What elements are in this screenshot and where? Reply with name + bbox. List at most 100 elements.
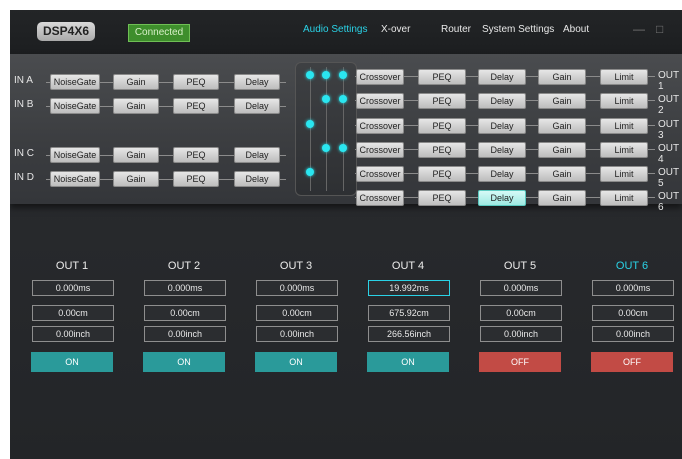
delay-cm-field[interactable]: 0.00cm	[592, 305, 674, 321]
input-label: IN D	[14, 172, 34, 183]
peq-button[interactable]: PEQ	[173, 98, 219, 114]
noisegate-button[interactable]: NoiseGate	[50, 147, 100, 163]
delay-inch-field[interactable]: 0.00inch	[592, 326, 674, 342]
output-toggle-button[interactable]: ON	[367, 352, 449, 372]
output-label: OUT 2	[658, 94, 679, 116]
route-node-icon[interactable]	[339, 144, 347, 152]
output-toggle-button[interactable]: ON	[255, 352, 337, 372]
limit-button[interactable]: Limit	[600, 166, 648, 182]
peq-button[interactable]: PEQ	[173, 171, 219, 187]
limit-button[interactable]: Limit	[600, 190, 648, 206]
gain-button[interactable]: Gain	[538, 190, 586, 206]
gain-button[interactable]: Gain	[113, 171, 159, 187]
crossover-button[interactable]: Crossover	[356, 118, 404, 134]
input-label: IN B	[14, 99, 34, 110]
output-toggle-button[interactable]: OFF	[591, 352, 673, 372]
gain-button[interactable]: Gain	[538, 118, 586, 134]
output-toggle-button[interactable]: ON	[31, 352, 113, 372]
delay-cm-field[interactable]: 675.92cm	[368, 305, 450, 321]
peq-button[interactable]: PEQ	[418, 118, 466, 134]
tab-about[interactable]: About	[563, 24, 589, 35]
gain-button[interactable]: Gain	[113, 74, 159, 90]
crossover-button[interactable]: Crossover	[356, 69, 404, 85]
limit-button[interactable]: Limit	[600, 118, 648, 134]
gain-button[interactable]: Gain	[538, 166, 586, 182]
delay-button[interactable]: Delay	[478, 142, 526, 158]
route-node-icon[interactable]	[322, 144, 330, 152]
output-label: OUT 4	[658, 143, 679, 165]
delay-button[interactable]: Delay	[478, 166, 526, 182]
grid-line	[326, 67, 327, 191]
delay-button[interactable]: Delay	[234, 74, 280, 90]
tab-router[interactable]: Router	[441, 24, 471, 35]
delay-button[interactable]: Delay	[478, 93, 526, 109]
limit-button[interactable]: Limit	[600, 69, 648, 85]
route-node-icon[interactable]	[306, 71, 314, 79]
noisegate-button[interactable]: NoiseGate	[50, 98, 100, 114]
delay-ms-field[interactable]: 0.000ms	[144, 280, 226, 296]
gain-button[interactable]: Gain	[113, 98, 159, 114]
gain-button[interactable]: Gain	[538, 69, 586, 85]
delay-button-selected[interactable]: Delay	[478, 190, 526, 206]
crossover-button[interactable]: Crossover	[356, 93, 404, 109]
noisegate-button[interactable]: NoiseGate	[50, 74, 100, 90]
crossover-button[interactable]: Crossover	[356, 190, 404, 206]
delay-ms-field[interactable]: 0.000ms	[592, 280, 674, 296]
output-toggle-button[interactable]: OFF	[479, 352, 561, 372]
delay-ms-field[interactable]: 0.000ms	[256, 280, 338, 296]
router-matrix[interactable]	[295, 62, 357, 196]
tab-x-over[interactable]: X-over	[381, 24, 410, 35]
delay-cm-field[interactable]: 0.00cm	[256, 305, 338, 321]
crossover-button[interactable]: Crossover	[356, 142, 404, 158]
delay-button[interactable]: Delay	[234, 98, 280, 114]
route-node-icon[interactable]	[322, 95, 330, 103]
limit-button[interactable]: Limit	[600, 142, 648, 158]
delay-button[interactable]: Delay	[234, 147, 280, 163]
delay-cm-field[interactable]: 0.00cm	[32, 305, 114, 321]
delay-button[interactable]: Delay	[478, 69, 526, 85]
app-logo: DSP4X6	[37, 22, 95, 41]
delay-button[interactable]: Delay	[478, 118, 526, 134]
route-node-icon[interactable]	[339, 95, 347, 103]
delay-inch-field[interactable]: 0.00inch	[480, 326, 562, 342]
peq-button[interactable]: PEQ	[173, 74, 219, 90]
app-window: DSP4X6 Connected Audio Settings X-over R…	[10, 10, 682, 459]
route-node-icon[interactable]	[306, 120, 314, 128]
delay-button[interactable]: Delay	[234, 171, 280, 187]
output-title: OUT 1	[55, 260, 89, 272]
tab-audio-settings[interactable]: Audio Settings	[303, 24, 368, 35]
delay-inch-field[interactable]: 0.00inch	[256, 326, 338, 342]
peq-button[interactable]: PEQ	[418, 142, 466, 158]
route-node-icon[interactable]	[322, 71, 330, 79]
input-label: IN C	[14, 148, 34, 159]
peq-button[interactable]: PEQ	[173, 147, 219, 163]
maximize-icon[interactable]: □	[656, 22, 663, 36]
tab-system-settings[interactable]: System Settings	[482, 24, 554, 35]
peq-button[interactable]: PEQ	[418, 190, 466, 206]
peq-button[interactable]: PEQ	[418, 93, 466, 109]
crossover-button[interactable]: Crossover	[356, 166, 404, 182]
peq-button[interactable]: PEQ	[418, 166, 466, 182]
limit-button[interactable]: Limit	[600, 93, 648, 109]
delay-ms-field[interactable]: 0.000ms	[32, 280, 114, 296]
delay-inch-field[interactable]: 0.00inch	[32, 326, 114, 342]
peq-button[interactable]: PEQ	[418, 69, 466, 85]
output-toggle-button[interactable]: ON	[143, 352, 225, 372]
delay-ms-field[interactable]: 0.000ms	[480, 280, 562, 296]
route-node-icon[interactable]	[306, 168, 314, 176]
minimize-icon[interactable]: —	[633, 22, 645, 36]
delay-cm-field[interactable]: 0.00cm	[144, 305, 226, 321]
route-node-icon[interactable]	[339, 71, 347, 79]
delay-cm-field[interactable]: 0.00cm	[480, 305, 562, 321]
gain-button[interactable]: Gain	[538, 142, 586, 158]
grid-line	[343, 67, 344, 191]
delay-inch-field[interactable]: 266.56inch	[368, 326, 450, 342]
gain-button[interactable]: Gain	[538, 93, 586, 109]
output-label: OUT 6	[658, 191, 679, 213]
noisegate-button[interactable]: NoiseGate	[50, 171, 100, 187]
output-label: OUT 5	[658, 167, 679, 189]
gain-button[interactable]: Gain	[113, 147, 159, 163]
delay-ms-field[interactable]: 19.992ms	[368, 280, 450, 296]
output-title: OUT 2	[167, 260, 201, 272]
delay-inch-field[interactable]: 0.00inch	[144, 326, 226, 342]
